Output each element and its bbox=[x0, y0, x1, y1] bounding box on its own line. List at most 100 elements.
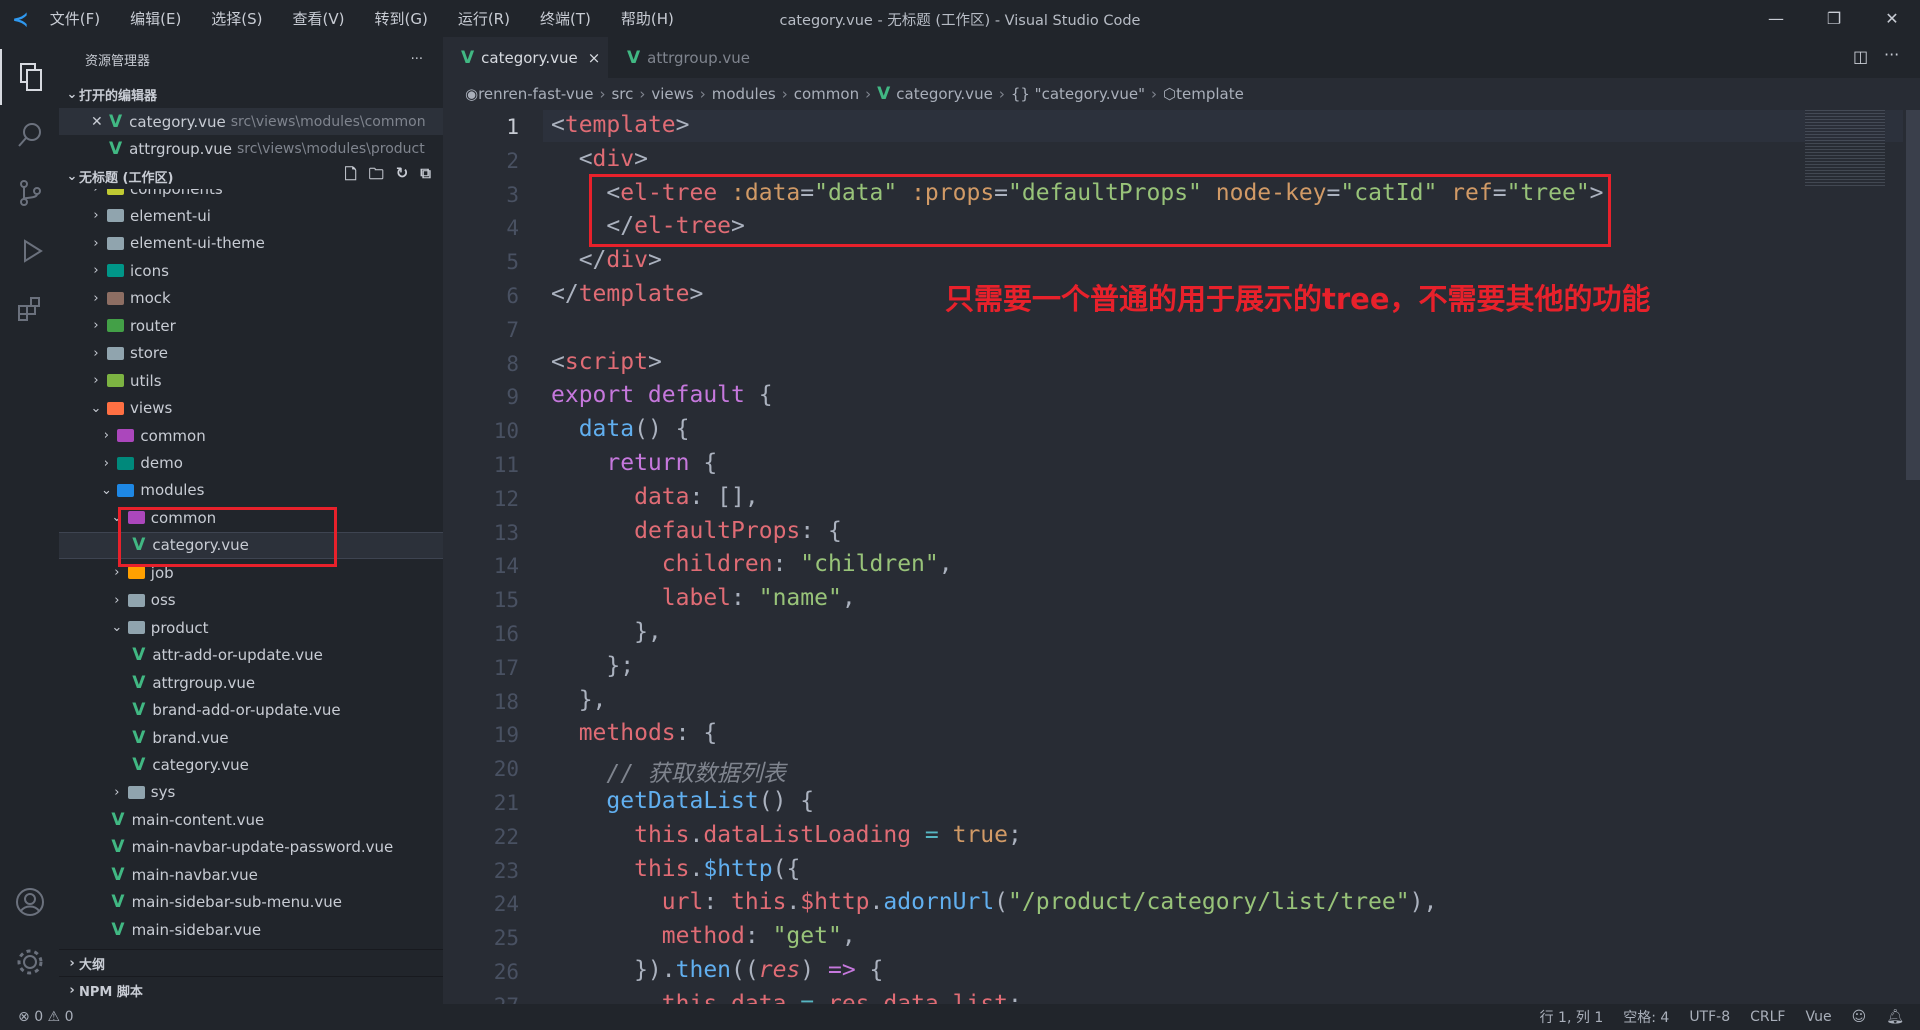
more-actions-icon[interactable]: ··· bbox=[411, 52, 423, 67]
close-window-button[interactable]: ✕ bbox=[1864, 0, 1920, 37]
collapse-all-icon[interactable]: ⧉ bbox=[420, 164, 431, 189]
code-token: { bbox=[744, 382, 773, 409]
menu-item[interactable]: 编辑(E) bbox=[121, 8, 190, 29]
open-editor-name: category.vue bbox=[129, 112, 226, 131]
folder-item[interactable]: › icons bbox=[59, 257, 443, 284]
search-icon[interactable] bbox=[0, 107, 59, 163]
run-debug-icon[interactable] bbox=[0, 223, 59, 279]
file-item[interactable]: Vmain-sidebar.vue bbox=[59, 916, 443, 943]
line-number: 7 bbox=[506, 317, 519, 342]
line-ending[interactable]: CRLF bbox=[1750, 1009, 1785, 1025]
file-item[interactable]: Vmain-sidebar-sub-menu.vue bbox=[59, 889, 443, 916]
file-item[interactable]: Vmain-navbar-update-password.vue bbox=[59, 834, 443, 861]
breadcrumb-item[interactable]: common bbox=[794, 85, 859, 103]
tab-close-icon[interactable]: × bbox=[588, 49, 601, 67]
new-folder-icon[interactable]: 🗀 bbox=[369, 164, 384, 189]
folder-item[interactable]: › utils bbox=[59, 367, 443, 394]
line-number: 3 bbox=[506, 182, 519, 207]
code-line: data() { bbox=[551, 416, 690, 442]
minimap[interactable] bbox=[1805, 108, 1885, 188]
menu-item[interactable]: 选择(S) bbox=[202, 8, 271, 29]
menu-item[interactable]: 终端(T) bbox=[531, 8, 600, 29]
open-editors-label: 打开的编辑器 bbox=[79, 89, 158, 104]
indentation[interactable]: 空格: 4 bbox=[1623, 1007, 1669, 1027]
workspace-header[interactable]: ⌄ 无标题 (工作区) 🗋 🗀 ↻ ⧉ bbox=[59, 163, 443, 190]
breadcrumb-item[interactable]: views bbox=[651, 85, 693, 103]
vue-file-icon: V bbox=[132, 672, 146, 693]
account-icon[interactable] bbox=[0, 874, 59, 930]
code-line: // 获取数据列表 bbox=[551, 754, 786, 788]
split-editor-icon[interactable]: ◫ bbox=[1853, 47, 1868, 66]
line-number: 20 bbox=[493, 757, 519, 782]
code-token: this bbox=[661, 990, 718, 1004]
chevron-right-icon: › bbox=[114, 592, 120, 608]
breadcrumb-item[interactable]: category.vue bbox=[896, 85, 993, 103]
close-icon[interactable]: ✕ bbox=[91, 114, 105, 130]
notifications-bell-icon[interactable]: 🔔︎ bbox=[1886, 1009, 1904, 1025]
breadcrumb-item[interactable]: template bbox=[1176, 85, 1244, 103]
code-token: < bbox=[551, 348, 565, 375]
file-item[interactable]: Vattrgroup.vue bbox=[59, 669, 443, 696]
npm-scripts-header[interactable]: › NPM 脚本 bbox=[59, 976, 443, 1003]
file-item[interactable]: Vbrand.vue bbox=[59, 724, 443, 751]
menu-item[interactable]: 文件(F) bbox=[41, 8, 109, 29]
refresh-icon[interactable]: ↻ bbox=[396, 164, 409, 189]
file-item[interactable]: Vcategory.vue bbox=[59, 751, 443, 778]
folder-item[interactable]: › element-ui-theme bbox=[59, 230, 443, 257]
feedback-icon[interactable]: ☺ bbox=[1852, 1009, 1867, 1025]
menu-item[interactable]: 查看(V) bbox=[284, 8, 354, 29]
folder-item[interactable]: ⌄ views bbox=[59, 395, 443, 422]
code-token: export default bbox=[551, 382, 745, 409]
folder-item[interactable]: ⌄ modules bbox=[59, 477, 443, 504]
tab-category-vue[interactable]: Vcategory.vue × bbox=[443, 37, 608, 78]
new-file-icon[interactable]: 🗋 bbox=[345, 164, 357, 189]
breadcrumb-item[interactable]: modules bbox=[712, 85, 776, 103]
folder-item[interactable]: ⌄ product bbox=[59, 614, 443, 641]
line-number: 13 bbox=[493, 520, 519, 545]
code-token: defaultProps bbox=[634, 517, 801, 544]
breadcrumb-item[interactable]: src bbox=[611, 85, 633, 103]
more-actions-icon[interactable]: ··· bbox=[1884, 45, 1899, 64]
breadcrumb-item[interactable]: {} "category.vue" bbox=[1011, 85, 1145, 103]
file-item[interactable]: Vattr-add-or-update.vue bbox=[59, 642, 443, 669]
line-number: 16 bbox=[493, 621, 519, 646]
folder-icon bbox=[107, 236, 124, 250]
cursor-position[interactable]: 行 1, 列 1 bbox=[1540, 1007, 1604, 1027]
extensions-icon[interactable] bbox=[0, 281, 59, 337]
settings-gear-icon[interactable] bbox=[0, 934, 59, 990]
breadcrumb-item[interactable]: renren-fast-vue bbox=[478, 85, 593, 103]
tab-attrgroup-vue[interactable]: Vattrgroup.vue bbox=[609, 37, 764, 78]
scrollbar[interactable] bbox=[1906, 110, 1920, 480]
folder-item[interactable]: › common bbox=[59, 422, 443, 449]
folder-item[interactable]: › sys bbox=[59, 779, 443, 806]
code-token: { bbox=[689, 449, 718, 476]
open-editors-header[interactable]: ⌄ 打开的编辑器 bbox=[59, 81, 443, 108]
folder-item[interactable]: › components bbox=[59, 189, 443, 202]
file-item[interactable]: Vmain-content.vue bbox=[59, 806, 443, 833]
folder-item[interactable]: › mock bbox=[59, 285, 443, 312]
language-mode[interactable]: Vue bbox=[1805, 1009, 1831, 1025]
activity-bar bbox=[0, 37, 59, 1004]
menu-item[interactable]: 转到(G) bbox=[366, 8, 437, 29]
restore-button[interactable]: ❐ bbox=[1806, 0, 1862, 37]
file-item[interactable]: Vbrand-add-or-update.vue bbox=[59, 697, 443, 724]
code-token: </ bbox=[551, 247, 607, 274]
explorer-icon[interactable] bbox=[0, 49, 59, 105]
menu-item[interactable]: 运行(R) bbox=[449, 8, 519, 29]
folder-item[interactable]: › router bbox=[59, 312, 443, 339]
encoding[interactable]: UTF-8 bbox=[1689, 1009, 1730, 1025]
folder-item[interactable]: › demo bbox=[59, 450, 443, 477]
open-editor-item[interactable]: Vattrgroup.vue src\views\modules\product bbox=[59, 135, 443, 162]
errors-indicator[interactable]: ⊗ 0 ⚠ 0 bbox=[18, 1009, 73, 1025]
folder-item[interactable]: › element-ui bbox=[59, 202, 443, 229]
source-control-icon[interactable] bbox=[0, 165, 59, 221]
chevron-right-icon: › bbox=[93, 373, 99, 389]
minimize-button[interactable]: — bbox=[1748, 0, 1804, 37]
folder-item[interactable]: › store bbox=[59, 340, 443, 367]
menu-item[interactable]: 帮助(H) bbox=[612, 8, 683, 29]
file-item[interactable]: Vmain-navbar.vue bbox=[59, 861, 443, 888]
folder-item[interactable]: › oss bbox=[59, 587, 443, 614]
open-editor-item[interactable]: ✕ Vcategory.vue src\views\modules\common bbox=[59, 108, 443, 135]
outline-header[interactable]: › 大纲 bbox=[59, 949, 443, 976]
